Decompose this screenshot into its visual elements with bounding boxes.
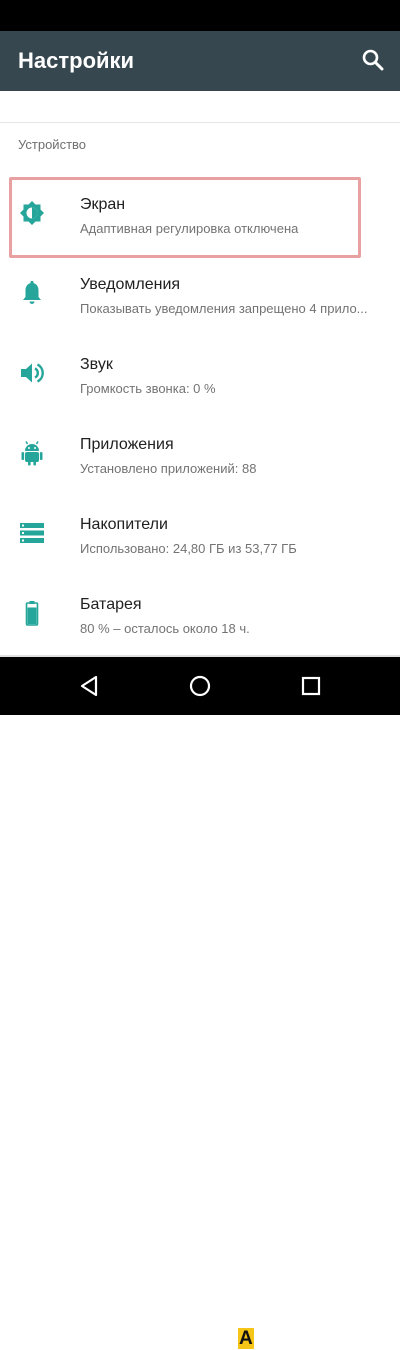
- app-toolbar: Настройки: [0, 31, 400, 91]
- navigation-bar: ANDROFON.RU: [0, 657, 400, 1349]
- recents-button[interactable]: [298, 673, 324, 699]
- android-icon: [18, 439, 46, 467]
- back-icon: [80, 675, 98, 697]
- home-button[interactable]: [187, 673, 213, 699]
- search-icon: [362, 49, 384, 71]
- settings-list: Устройство Экран Адаптивная регулировка …: [0, 91, 400, 657]
- back-button[interactable]: [76, 673, 102, 699]
- item-title: Экран: [80, 196, 126, 213]
- battery-icon: [18, 599, 46, 627]
- item-title: Приложения: [80, 436, 174, 453]
- item-title: Звук: [80, 356, 113, 373]
- item-title: Уведомления: [80, 276, 181, 293]
- settings-item-display[interactable]: Экран Адаптивная регулировка отключена: [0, 177, 400, 257]
- volume-icon: [18, 359, 46, 387]
- item-summary: Установлено приложений: 88: [80, 461, 257, 476]
- settings-item-notifications[interactable]: Уведомления Показывать уведомления запре…: [0, 257, 400, 337]
- status-bar: [0, 0, 400, 31]
- bell-icon: [18, 279, 46, 307]
- item-summary: Использовано: 24,80 ГБ из 53,77 ГБ: [80, 541, 297, 556]
- settings-item-storage[interactable]: Накопители Использовано: 24,80 ГБ из 53,…: [0, 497, 400, 577]
- item-title: Накопители: [80, 516, 168, 533]
- settings-item-sound[interactable]: Звук Громкость звонка: 0 %: [0, 337, 400, 417]
- divider: [0, 122, 400, 123]
- section-title: Устройство: [18, 137, 87, 152]
- item-summary: Громкость звонка: 0 %: [80, 381, 216, 396]
- settings-item-battery[interactable]: Батарея 80 % – осталось около 18 ч.: [0, 577, 400, 657]
- page-title: Настройки: [18, 48, 135, 73]
- watermark-logo: ANDROFON.RU: [238, 1328, 383, 1349]
- item-summary: Показывать уведомления запрещено 4 прило…: [80, 301, 368, 316]
- storage-icon: [18, 519, 46, 547]
- item-summary: Адаптивная регулировка отключена: [80, 221, 299, 236]
- recents-icon: [301, 676, 321, 696]
- search-button[interactable]: [360, 47, 386, 73]
- item-summary: 80 % – осталось около 18 ч.: [80, 621, 250, 636]
- home-icon: [189, 675, 211, 697]
- settings-item-apps[interactable]: Приложения Установлено приложений: 88: [0, 417, 400, 497]
- brightness-icon: [18, 199, 46, 227]
- item-title: Батарея: [80, 596, 142, 613]
